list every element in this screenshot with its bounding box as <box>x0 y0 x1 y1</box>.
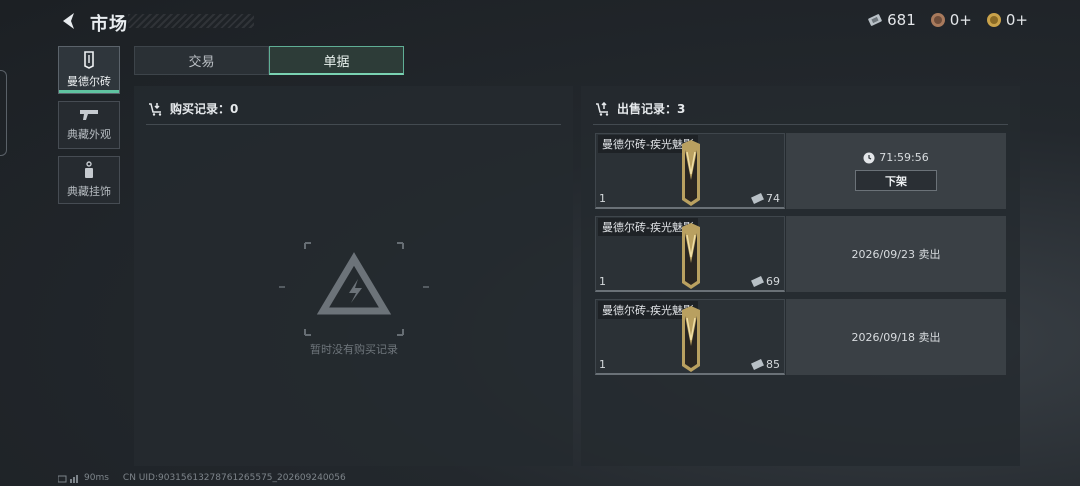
top-bar: 市场 681 0+ 0+ <box>0 0 1080 44</box>
title-decoration <box>128 14 254 28</box>
divider <box>593 124 1008 125</box>
empty-logo-icon <box>279 242 429 336</box>
back-arrow-icon[interactable] <box>58 10 80 32</box>
tab-trade[interactable]: 交易 <box>134 46 269 75</box>
cart-upload-icon <box>596 101 609 116</box>
empty-state: 暂时没有购买记录 <box>279 241 429 361</box>
sale-record[interactable]: 曼德尔砖-疾光魅影 1 69 2026/09/23 卖出 <box>595 216 1006 292</box>
uid-text: CN UID:90315613278761265575_202609240056 <box>122 473 346 483</box>
item-price-value: 85 <box>766 358 780 371</box>
footer-status: 90ms CN UID:90315613278761265575_2026092… <box>58 473 346 483</box>
brick-item-icon <box>682 223 700 289</box>
currency-gold-value: 0+ <box>1005 11 1028 29</box>
sale-status-sold: 2026/09/18 卖出 <box>786 299 1006 375</box>
empty-state-text: 暂时没有购买记录 <box>310 343 398 356</box>
network-ping: 90ms <box>58 473 109 483</box>
currency-gold[interactable]: 0+ <box>986 11 1028 29</box>
purchase-header: 购买记录：0 <box>148 100 238 117</box>
sale-status-pending: 71:59:56 下架 <box>786 133 1006 209</box>
left-edge-handle[interactable] <box>0 70 7 156</box>
sidebar-item-charms[interactable]: 典藏挂饰 <box>58 156 120 204</box>
bronze-coin-icon <box>930 13 945 27</box>
sales-header: 出售记录：3 <box>595 100 685 117</box>
signal-icon <box>58 474 78 483</box>
gold-coin-icon <box>986 13 1001 27</box>
item-quantity: 1 <box>599 358 606 371</box>
currency-bronze-value: 0+ <box>949 11 972 29</box>
sidebar-item-label: 典藏挂饰 <box>67 185 111 198</box>
sidebar-item-label: 曼德尔砖 <box>67 75 111 88</box>
page-title: 市场 <box>90 14 128 35</box>
tab-orders[interactable]: 单据 <box>269 46 404 75</box>
sales-panel: 出售记录：3 曼德尔砖-疾光魅影 1 74 71:59:56 下架 曼德尔砖-疾… <box>581 86 1020 466</box>
sale-status-sold: 2026/09/23 卖出 <box>786 216 1006 292</box>
brick-icon <box>84 51 94 69</box>
sidebar-item-mandel-brick[interactable]: 曼德尔砖 <box>58 46 120 94</box>
ticket-icon <box>751 193 764 204</box>
currency-ticket[interactable]: 681 <box>867 11 916 29</box>
sales-title: 出售记录：3 <box>617 102 686 116</box>
ticket-icon <box>751 276 764 287</box>
sale-item-tile[interactable]: 曼德尔砖-疾光魅影 1 69 <box>595 216 785 292</box>
sidebar-item-skins[interactable]: 典藏外观 <box>58 101 120 149</box>
item-quantity: 1 <box>599 192 606 205</box>
brick-item-icon <box>682 306 700 372</box>
ping-value: 90ms <box>84 473 109 483</box>
cart-download-icon <box>149 102 162 116</box>
sale-item-tile[interactable]: 曼德尔砖-疾光魅影 1 85 <box>595 299 785 375</box>
item-price-value: 69 <box>766 275 780 288</box>
item-price: 85 <box>751 358 780 371</box>
sale-record[interactable]: 曼德尔砖-疾光魅影 1 74 71:59:56 下架 <box>595 133 1006 209</box>
sold-date: 2026/09/23 卖出 <box>851 248 941 261</box>
sidebar-item-label: 典藏外观 <box>67 128 111 141</box>
gun-icon <box>80 110 98 120</box>
sale-item-tile[interactable]: 曼德尔砖-疾光魅影 1 74 <box>595 133 785 209</box>
divider <box>146 124 561 125</box>
item-quantity: 1 <box>599 275 606 288</box>
ticket-icon <box>751 359 764 370</box>
purchase-title: 购买记录：0 <box>170 102 239 116</box>
item-price-value: 74 <box>766 192 780 205</box>
ticket-icon <box>868 14 882 26</box>
brick-item-icon <box>682 140 700 206</box>
sold-date: 2026/09/18 卖出 <box>851 331 941 344</box>
sale-record[interactable]: 曼德尔砖-疾光魅影 1 85 2026/09/18 卖出 <box>595 299 1006 375</box>
currency-bronze[interactable]: 0+ <box>930 11 972 29</box>
countdown: 71:59:56 <box>863 151 929 164</box>
countdown-value: 71:59:56 <box>879 151 929 164</box>
delist-button[interactable]: 下架 <box>855 170 937 191</box>
item-price: 69 <box>751 275 780 288</box>
charm-icon <box>85 161 93 178</box>
purchase-panel: 购买记录：0 暂时没有购买记录 <box>134 86 573 466</box>
currency-bar: 681 0+ 0+ <box>867 11 1028 29</box>
tab-bar: 交易 单据 <box>134 46 404 75</box>
clock-icon <box>863 152 875 163</box>
currency-ticket-value: 681 <box>887 11 916 29</box>
sidebar: 曼德尔砖 典藏外观 典藏挂饰 <box>58 46 122 211</box>
item-price: 74 <box>751 192 780 205</box>
